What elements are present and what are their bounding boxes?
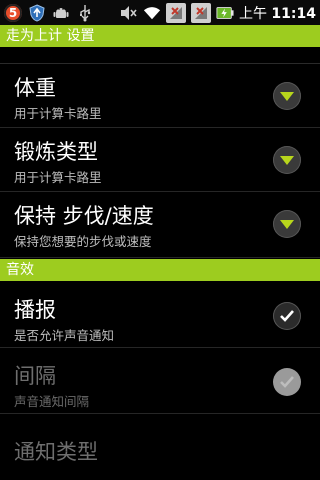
settings-title-bar: 走为上计 设置 bbox=[0, 25, 320, 47]
pref-summary: 用于计算卡路里 bbox=[14, 106, 102, 121]
dropdown-arrow-icon[interactable] bbox=[273, 82, 301, 110]
pref-notification-type: 通知类型 bbox=[0, 416, 320, 480]
shield-icon bbox=[28, 3, 46, 22]
no-signal-icon bbox=[165, 2, 186, 23]
wifi-icon bbox=[143, 4, 161, 22]
pref-title: 间隔 bbox=[14, 364, 56, 388]
pref-announce[interactable]: 播报 是否允许声音通知 bbox=[0, 284, 320, 348]
no-signal-icon bbox=[190, 2, 211, 23]
pref-title: 通知类型 bbox=[14, 440, 98, 464]
pref-exercise-type[interactable]: 锻炼类型 用于计算卡路里 bbox=[0, 128, 320, 192]
scrolled-off-preference bbox=[0, 47, 320, 64]
pref-title: 播报 bbox=[14, 298, 56, 322]
pref-title: 保持 步伐/速度 bbox=[14, 204, 154, 228]
pref-weight[interactable]: 体重 用于计算卡路里 bbox=[0, 64, 320, 128]
pref-interval: 间隔 声音通知间隔 bbox=[0, 350, 320, 414]
android-icon bbox=[52, 4, 70, 22]
settings-title: 走为上计 设置 bbox=[6, 28, 95, 44]
battery-charging-icon bbox=[216, 4, 234, 22]
checkbox-disabled-icon bbox=[273, 368, 301, 396]
usb-icon bbox=[76, 4, 94, 22]
pref-title: 体重 bbox=[14, 76, 56, 100]
notification-count: 5 bbox=[8, 5, 18, 20]
notification-badge-icon[interactable]: 5 bbox=[4, 3, 22, 22]
mute-icon bbox=[120, 4, 138, 22]
pref-summary: 保持您想要的步伐或速度 bbox=[14, 234, 152, 249]
dropdown-arrow-icon[interactable] bbox=[273, 146, 301, 174]
clock-time: 11:14 bbox=[271, 5, 316, 22]
status-bar: 5 上午 11:14 bbox=[0, 0, 320, 25]
dropdown-arrow-icon[interactable] bbox=[273, 210, 301, 238]
checkbox-checked-icon[interactable] bbox=[273, 302, 301, 330]
status-bar-left: 5 bbox=[4, 2, 94, 23]
status-clock: 上午 11:14 bbox=[239, 3, 316, 23]
category-sound: 音效 bbox=[0, 259, 320, 281]
status-bar-right: 上午 11:14 bbox=[120, 2, 316, 23]
category-label: 音效 bbox=[6, 262, 34, 278]
pref-summary: 声音通知间隔 bbox=[14, 394, 90, 409]
clock-period: 上午 bbox=[238, 5, 267, 22]
pref-keep-pace[interactable]: 保持 步伐/速度 保持您想要的步伐或速度 bbox=[0, 192, 320, 258]
pref-title: 锻炼类型 bbox=[14, 140, 98, 164]
pref-summary: 是否允许声音通知 bbox=[14, 328, 115, 343]
pref-summary: 用于计算卡路里 bbox=[14, 170, 102, 185]
